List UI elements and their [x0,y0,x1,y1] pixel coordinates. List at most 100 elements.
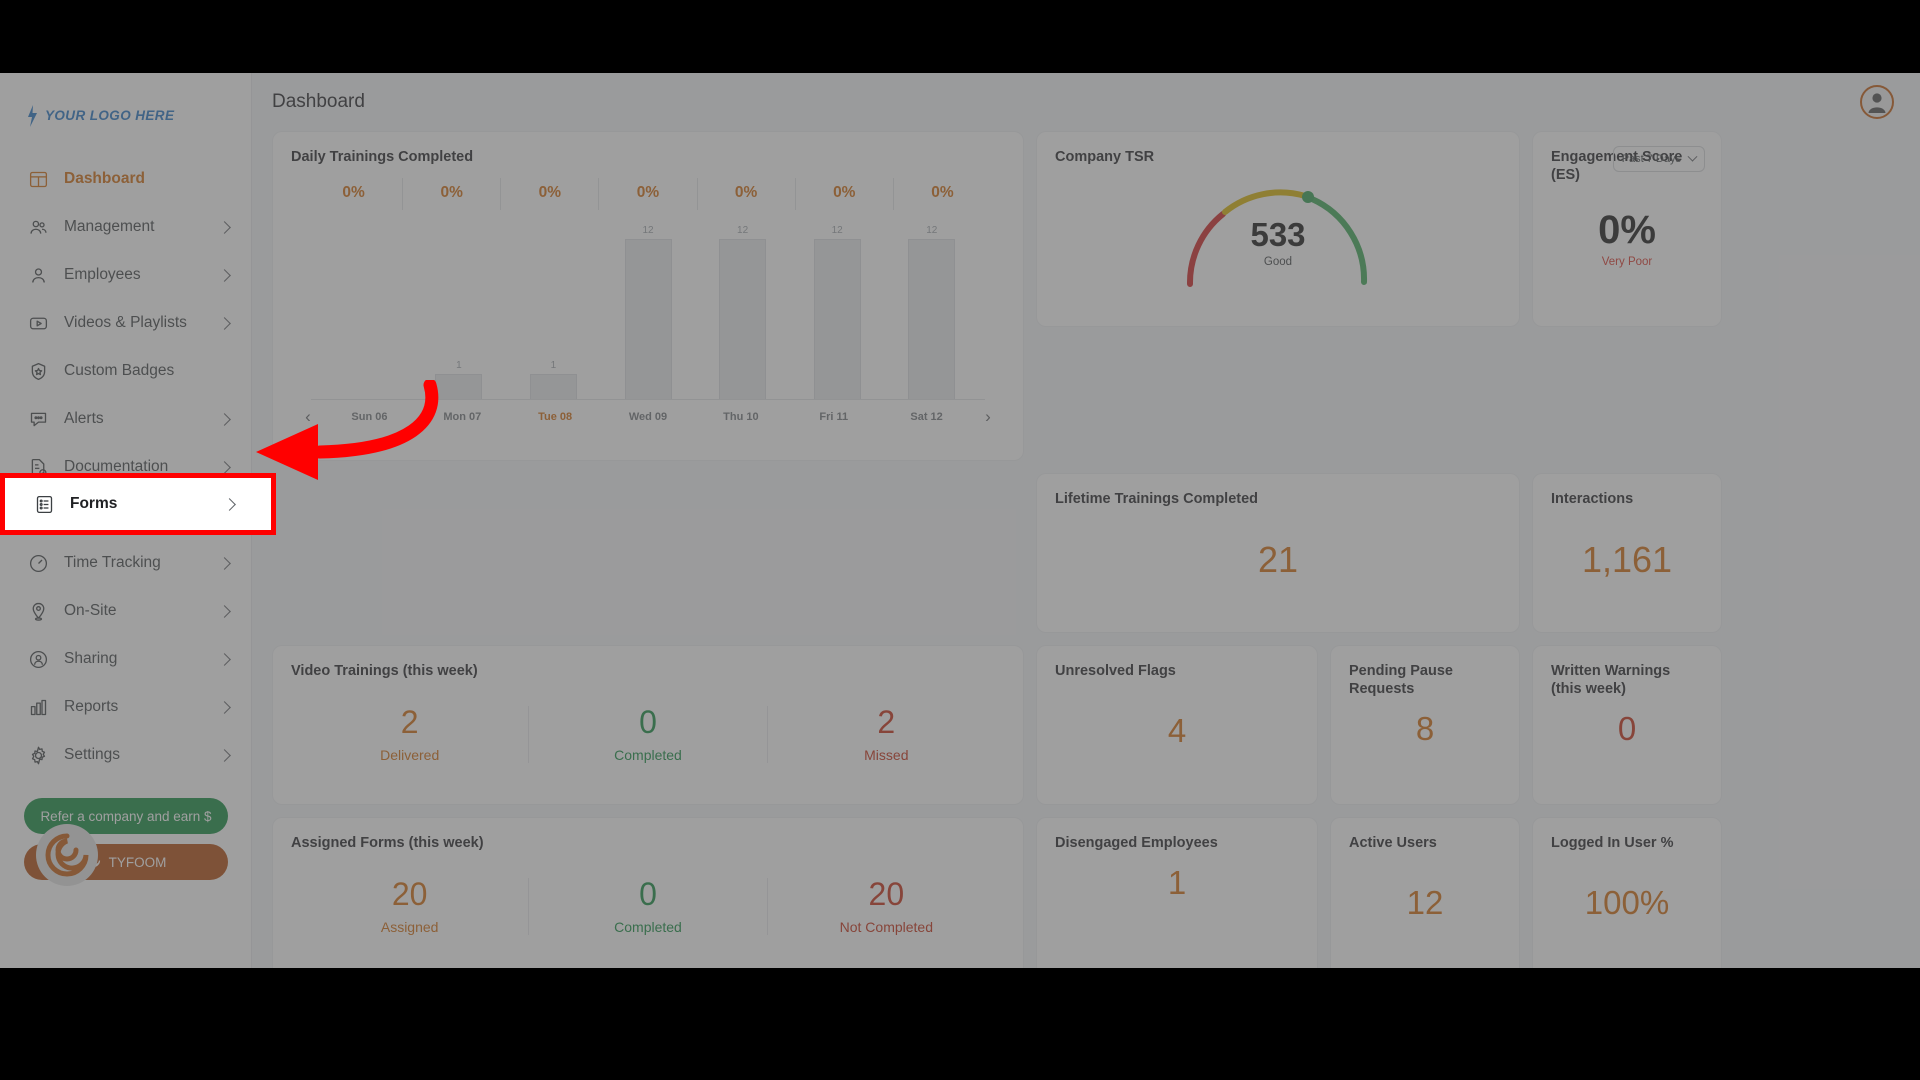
chart-next-button[interactable]: › [977,407,999,427]
chart-x-label[interactable]: Fri 11 [787,411,880,423]
sidebar-item-label: Videos & Playlists [64,314,187,331]
chevron-right-icon [218,652,231,666]
stat-label: Assigned [380,918,439,935]
stat-cell: 20 Not Completed [766,878,1005,935]
chart-x-labels: Sun 06 Mon 07 Tue 08 Wed 09 Thu 10 Fri 11 Sat … [319,411,977,423]
app-logo: YOUR LOGO HERE [0,73,251,133]
chevron-right-icon [218,460,231,474]
sidebar-item-label: Documentation [64,458,169,475]
sidebar-item-label: Sharing [64,650,118,667]
chart-bar-value-label: 1 [456,359,462,371]
chart-bar-value-label: 12 [926,224,938,236]
logo-mark-icon [26,104,39,128]
chart-x-label[interactable]: Wed 09 [602,411,695,423]
chart-bar-value-label: 1 [550,359,557,371]
sidebar-item-videos-playlists[interactable]: Videos & Playlists [0,299,251,347]
sidebar-item-on-site[interactable]: On-Site [0,587,251,635]
sidebar-item-management[interactable]: Management [0,203,251,251]
chart-bar-column: 12 [601,212,696,401]
video-trainings-stats: 2 Delivered 0 Completed 2 Missed [291,706,1005,763]
stat-value: 20 [391,876,428,913]
card-video-trainings: Video Trainings (this week) 2 Delivered 0 C… [272,645,1024,805]
engagement-range-select[interactable]: Past 7 Days [1612,146,1705,172]
sidebar-item-reports[interactable]: Reports [0,683,251,731]
card-title: Interactions [1551,491,1634,507]
card-daily-trainings-completed: Daily Trainings Completed 0% 0% 0% 0% 0% 0% 0%… [272,131,1024,461]
clock-icon [26,551,50,575]
engagement-label: Very Poor [1601,256,1653,269]
stat-cell: 0 Completed [528,878,766,935]
chart-prev-button[interactable]: ‹ [297,407,319,427]
chart-bars: 1 1 12 12 12 12 [291,212,1005,401]
badge-shield-icon [26,359,50,383]
user-icon [26,263,50,287]
chart-bar-column: 12 [790,212,885,401]
sidebar-item-label: Alerts [64,410,104,427]
card-title: Unresolved Flags [1055,663,1176,679]
sidebar: YOUR LOGO HERE Dashboard Management Employ… [0,73,252,968]
chevron-right-icon [218,316,231,330]
card-interactions: Interactions 1,161 [1532,473,1722,633]
chart-bar-value-label: 12 [737,224,749,236]
sidebar-item-alerts[interactable]: Alerts [0,395,251,443]
sidebar-item-dashboard[interactable]: Dashboard [0,155,251,203]
chart-bar [624,238,672,401]
sidebar-item-label: Management [64,218,155,235]
chart-x-label[interactable]: Thu 10 [694,411,787,423]
card-title: Lifetime Trainings Completed [1055,491,1259,507]
written-warnings-value: 0 [1617,710,1637,748]
stat-label: Not Completed [839,918,934,935]
logged-in-user-pct-value: 100% [1584,884,1670,922]
chat-bubble-icon [26,407,50,431]
sidebar-item-forms[interactable]: Forms [0,491,251,539]
chart-bar-column [317,212,412,400]
card-pending-pause-requests: Pending Pause Requests 8 [1330,645,1520,805]
card-title: Active Users [1349,835,1437,851]
chart-percent-cell: 0% [892,178,991,211]
chart-bar [435,373,483,401]
chart-x-label[interactable]: Tue 08 [509,411,602,423]
sidebar-item-custom-badges[interactable]: Custom Badges [0,347,251,395]
chevron-right-icon [218,700,231,714]
chart-bar [529,373,577,401]
sidebar-item-label: Reports [64,698,119,715]
stat-cell: 20 Assigned [291,878,528,935]
card-company-tsr: Company TSR 533 Good [1036,131,1520,327]
card-active-users: Active Users 12 [1330,817,1520,968]
sidebar-item-label: Settings [64,746,121,763]
tsr-label: Good [1263,256,1293,269]
chart-bar-column: 12 [884,212,979,401]
stat-value: 0 [639,876,657,913]
interactions-value: 1,161 [1581,539,1673,581]
forms-list-icon [26,503,50,527]
chevron-right-icon [218,604,231,618]
sidebar-item-employees[interactable]: Employees [0,251,251,299]
chart-x-label[interactable]: Mon 07 [416,411,509,423]
tsr-value-block: 533 Good [1055,218,1501,268]
assigned-forms-stats: 20 Assigned 0 Completed 20 Not Completed [291,878,1005,935]
card-title: Logged In User % [1551,835,1674,851]
sidebar-item-documentation[interactable]: Documentation [0,443,251,491]
stat-value: 2 [877,704,896,741]
chart-x-label[interactable]: Sun 06 [323,411,416,423]
chart-bar [813,238,861,401]
card-title: Disengaged Employees [1055,835,1218,851]
tsr-gauge: 533 Good [1055,166,1501,296]
document-icon [26,455,50,479]
share-user-icon [26,647,50,671]
card-unresolved-flags: Unresolved Flags 4 [1036,645,1318,805]
card-logged-in-user-pct: Logged In User % 100% [1532,817,1722,968]
avatar[interactable] [1860,85,1894,119]
stat-value: 0 [639,704,657,741]
tsr-value: 533 [1250,216,1306,254]
sidebar-item-settings[interactable]: Settings [0,731,251,779]
sidebar-item-label: Employees [64,266,141,283]
page-title: Dashboard [272,91,365,112]
sidebar-item-time-tracking[interactable]: Time Tracking [0,539,251,587]
chart-bar [908,238,956,401]
sidebar-item-sharing[interactable]: Sharing [0,635,251,683]
dashboard-grid: Daily Trainings Completed 0% 0% 0% 0% 0% 0% 0%… [252,131,1920,968]
stat-label: Completed [614,746,682,763]
card-engagement-score: Engagement Score (ES) Past 7 Days 0% Ver… [1532,131,1722,327]
chart-x-label[interactable]: Sat 12 [880,411,973,423]
